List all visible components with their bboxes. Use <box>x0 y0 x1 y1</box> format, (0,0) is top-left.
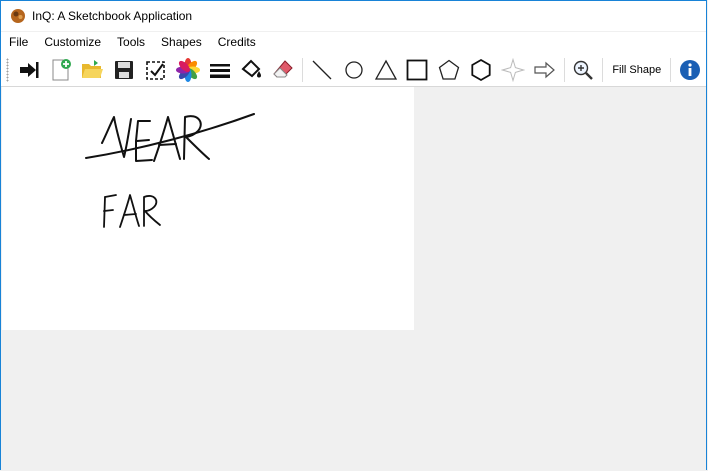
new-file-button[interactable] <box>47 56 75 84</box>
pentagon-tool-icon <box>438 59 460 80</box>
toolbar-grip[interactable] <box>6 57 9 82</box>
paint-bucket-button[interactable] <box>238 56 266 84</box>
app-logo-icon <box>10 8 26 24</box>
arrow-tool-icon <box>534 61 555 78</box>
toolbar-separator <box>602 57 604 82</box>
star-tool-icon <box>500 57 525 82</box>
select-icon <box>146 60 165 80</box>
zoom-button[interactable] <box>570 56 598 84</box>
drawing-canvas[interactable] <box>2 87 414 330</box>
line-width-button[interactable] <box>206 56 234 84</box>
exit-icon <box>19 61 39 78</box>
app-window: InQ: A Sketchbook Application File Custo… <box>0 0 707 471</box>
eraser-icon <box>273 59 293 77</box>
info-icon <box>680 59 701 80</box>
line-tool-button[interactable] <box>308 56 336 84</box>
rectangle-tool-button[interactable] <box>404 56 432 84</box>
circle-tool-button[interactable] <box>340 56 368 84</box>
menu-customize[interactable]: Customize <box>36 32 109 53</box>
select-button[interactable] <box>142 56 170 84</box>
line-width-icon <box>209 63 230 78</box>
menu-bar: File Customize Tools Shapes Credits <box>1 32 706 53</box>
hexagon-tool-button[interactable] <box>467 56 495 84</box>
circle-tool-icon <box>345 60 363 79</box>
line-tool-icon <box>312 60 332 79</box>
hexagon-tool-icon <box>471 58 491 81</box>
info-button[interactable] <box>676 56 704 84</box>
window-title: InQ: A Sketchbook Application <box>32 9 193 23</box>
star-tool-button[interactable] <box>499 56 527 84</box>
new-file-icon <box>52 58 71 80</box>
pentagon-tool-button[interactable] <box>435 56 463 84</box>
paint-bucket-icon <box>241 59 262 77</box>
toolbar-separator <box>670 57 672 82</box>
triangle-tool-button[interactable] <box>372 56 400 84</box>
toolbar-separator <box>563 57 565 82</box>
open-folder-icon <box>82 59 104 78</box>
fill-shape-button[interactable]: Fill Shape <box>606 56 667 84</box>
canvas-sketch <box>85 113 255 228</box>
open-button[interactable] <box>79 56 107 84</box>
save-button[interactable] <box>110 56 138 84</box>
triangle-tool-icon <box>374 59 397 80</box>
title-bar: InQ: A Sketchbook Application <box>1 1 706 31</box>
sketch-word-far <box>103 194 161 228</box>
toolbar-separator <box>302 57 304 82</box>
menu-tools[interactable]: Tools <box>109 32 153 53</box>
workspace <box>1 87 706 471</box>
color-picker-icon <box>175 57 200 82</box>
sketch-word-near <box>85 113 255 162</box>
color-picker-button[interactable] <box>174 56 202 84</box>
save-icon <box>115 60 134 79</box>
zoom-icon <box>574 60 594 80</box>
rectangle-tool-icon <box>407 59 428 80</box>
menu-file[interactable]: File <box>1 32 36 53</box>
menu-credits[interactable]: Credits <box>210 32 264 53</box>
toolbar: Fill Shape <box>1 53 706 87</box>
menu-shapes[interactable]: Shapes <box>153 32 210 53</box>
exit-button[interactable] <box>15 56 43 84</box>
arrow-tool-button[interactable] <box>531 56 559 84</box>
eraser-button[interactable] <box>269 56 297 84</box>
